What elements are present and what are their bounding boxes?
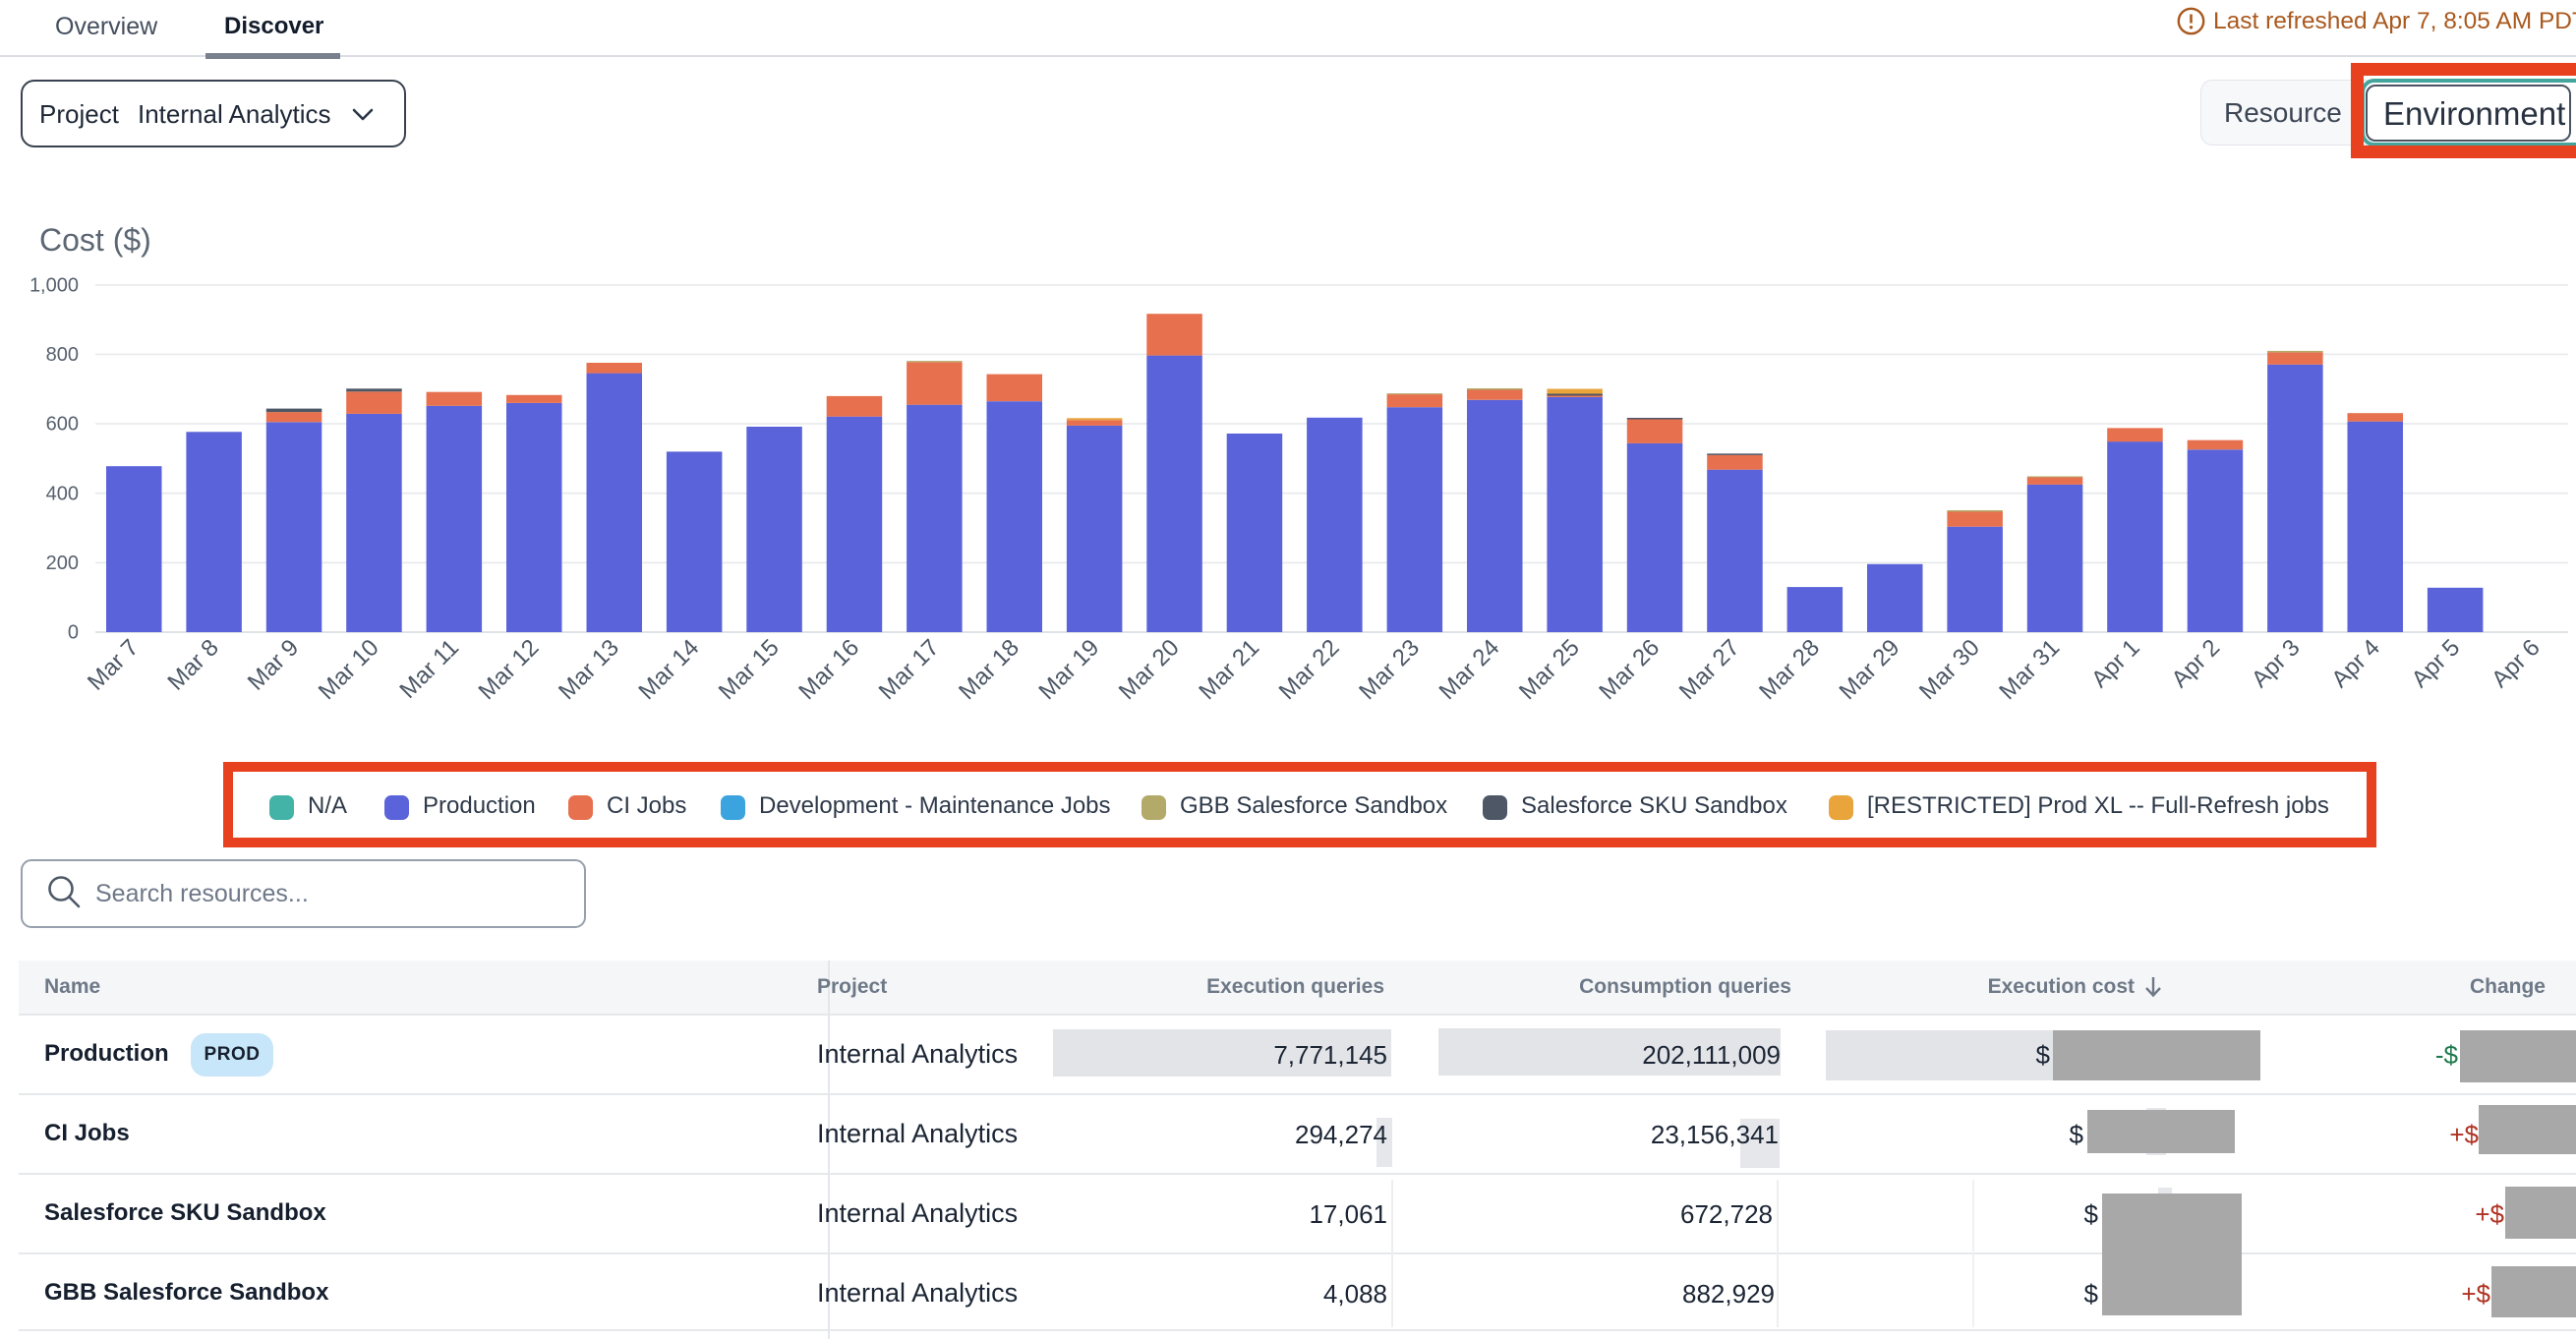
- svg-text:Mar 16: Mar 16: [793, 634, 864, 705]
- svg-text:Mar 28: Mar 28: [1754, 634, 1825, 705]
- svg-text:Mar 20: Mar 20: [1114, 634, 1185, 705]
- svg-text:Mar 25: Mar 25: [1514, 634, 1585, 705]
- svg-text:Mar 22: Mar 22: [1274, 634, 1345, 705]
- svg-text:Apr 4: Apr 4: [2326, 634, 2385, 693]
- svg-text:Apr 2: Apr 2: [2166, 634, 2225, 693]
- svg-text:Apr 5: Apr 5: [2407, 634, 2466, 693]
- svg-text:800: 800: [46, 344, 79, 366]
- svg-text:Apr 6: Apr 6: [2487, 634, 2546, 693]
- svg-text:Mar 9: Mar 9: [243, 634, 304, 695]
- svg-text:Mar 30: Mar 30: [1914, 634, 1985, 705]
- svg-text:1,000: 1,000: [29, 275, 79, 297]
- svg-text:Apr 3: Apr 3: [2247, 634, 2306, 693]
- svg-text:600: 600: [46, 414, 79, 436]
- svg-text:Mar 7: Mar 7: [83, 634, 144, 695]
- svg-text:Mar 26: Mar 26: [1594, 634, 1665, 705]
- svg-text:Mar 27: Mar 27: [1674, 634, 1745, 705]
- svg-text:Mar 13: Mar 13: [554, 634, 624, 705]
- svg-text:Mar 10: Mar 10: [314, 634, 384, 705]
- svg-text:400: 400: [46, 483, 79, 504]
- svg-text:Mar 15: Mar 15: [714, 634, 785, 705]
- svg-text:Mar 12: Mar 12: [474, 634, 545, 705]
- svg-text:0: 0: [68, 622, 79, 644]
- svg-text:Mar 21: Mar 21: [1194, 634, 1264, 705]
- svg-text:200: 200: [46, 553, 79, 574]
- svg-text:Mar 24: Mar 24: [1434, 634, 1505, 705]
- svg-text:Mar 23: Mar 23: [1354, 634, 1425, 705]
- svg-text:Mar 29: Mar 29: [1835, 634, 1905, 705]
- svg-text:Mar 19: Mar 19: [1033, 634, 1104, 705]
- svg-text:Apr 1: Apr 1: [2086, 634, 2145, 693]
- svg-text:Mar 14: Mar 14: [633, 634, 704, 705]
- svg-text:Mar 11: Mar 11: [394, 634, 464, 704]
- svg-text:Mar 17: Mar 17: [874, 634, 945, 705]
- svg-text:Mar 18: Mar 18: [954, 634, 1025, 705]
- svg-text:Mar 31: Mar 31: [1994, 634, 2065, 705]
- svg-text:Mar 8: Mar 8: [162, 634, 223, 695]
